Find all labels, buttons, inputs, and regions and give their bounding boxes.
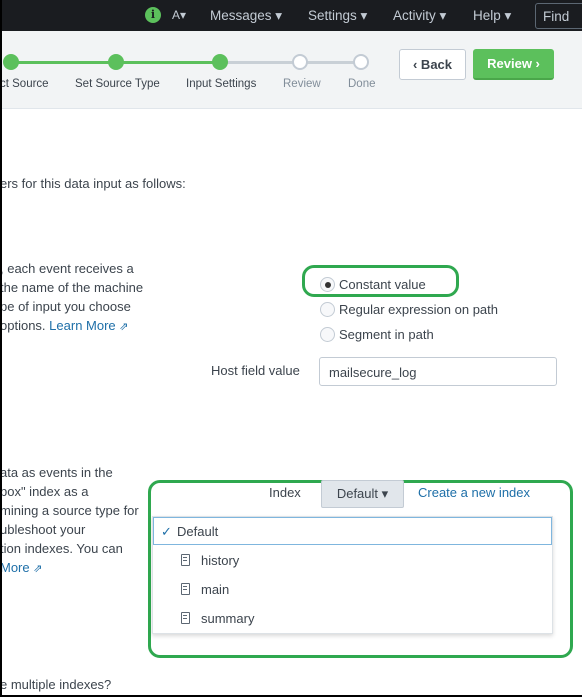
step-dot — [3, 54, 19, 70]
info-icon[interactable]: i — [145, 7, 161, 23]
menu-item-label: summary — [201, 611, 255, 626]
external-link-icon: ⇗ — [33, 563, 43, 575]
menu-item-main[interactable]: main — [153, 575, 552, 604]
find-input[interactable]: Find — [535, 3, 582, 29]
index-label: Index — [269, 485, 301, 500]
nav-help[interactable]: Help ▾ — [473, 8, 511, 24]
nav-settings[interactable]: Settings ▾ — [308, 8, 367, 24]
nav-activity[interactable]: Activity ▾ — [393, 8, 446, 24]
radio-label: Constant value — [339, 277, 426, 292]
menu-item-label: history — [201, 553, 240, 568]
learn-more-link[interactable]: Learn More — [49, 318, 115, 333]
menu-item-label: Default — [177, 524, 219, 539]
intro-text: ers for this data input as follows: — [0, 176, 186, 191]
step-dot — [108, 54, 124, 70]
host-field-input[interactable]: mailsecure_log — [319, 357, 557, 386]
step-label: Set Source Type — [75, 78, 160, 90]
host-field-label: Host field value — [211, 363, 300, 378]
back-button[interactable]: ‹ Back — [399, 49, 466, 80]
step-dot — [292, 54, 308, 70]
index-desc: ubleshoot your — [0, 522, 86, 537]
radio-segment-path[interactable] — [320, 327, 335, 342]
progress-line-todo — [220, 61, 360, 64]
host-desc: options. — [0, 318, 46, 333]
activity-icon[interactable]: A▾ — [172, 8, 186, 22]
radio-label: Segment in path — [339, 327, 434, 342]
step-dot — [212, 54, 228, 70]
step-label: Review — [283, 78, 321, 90]
external-link-icon: ⇗ — [119, 321, 129, 333]
menu-item-label: main — [201, 582, 230, 597]
database-icon — [181, 583, 190, 595]
nav-messages[interactable]: Messages ▾ — [210, 8, 282, 24]
step-progress: ct Source Set Source Type Input Settings… — [0, 31, 582, 109]
database-icon — [181, 554, 190, 566]
index-desc: box" index as a — [0, 484, 89, 499]
host-desc: the name of the machine — [0, 280, 144, 295]
top-nav-bar: i A▾ Messages ▾ Settings ▾ Activity ▾ He… — [0, 0, 582, 31]
radio-constant-value[interactable] — [320, 277, 335, 292]
multiple-indexes-question: e multiple indexes? — [0, 677, 112, 692]
host-desc: , each event receives a — [0, 261, 134, 276]
step-dot — [353, 54, 369, 70]
index-dropdown[interactable]: Default ▾ — [321, 480, 404, 508]
index-dropdown-menu: ✓ Default history main summary — [152, 516, 553, 634]
host-desc: pe of input you choose — [0, 299, 131, 314]
index-desc: mining a source type for — [0, 503, 139, 518]
radio-regex-path[interactable] — [320, 302, 335, 317]
more-link[interactable]: More — [0, 560, 30, 575]
menu-item-default[interactable]: ✓ Default — [153, 517, 552, 545]
step-label: Input Settings — [186, 78, 257, 90]
index-desc: ata as events in the — [0, 465, 113, 480]
review-button[interactable]: Review › — [473, 49, 554, 80]
database-icon — [181, 612, 190, 624]
step-label: Done — [348, 78, 376, 90]
create-index-link[interactable]: Create a new index — [418, 485, 530, 500]
step-label: ct Source — [0, 78, 49, 90]
index-desc: tion indexes. You can — [0, 541, 123, 556]
radio-label: Regular expression on path — [339, 302, 498, 317]
menu-item-summary[interactable]: summary — [153, 604, 552, 633]
checkmark-icon: ✓ — [161, 524, 172, 539]
menu-item-history[interactable]: history — [153, 546, 552, 575]
frame-border — [0, 0, 2, 697]
